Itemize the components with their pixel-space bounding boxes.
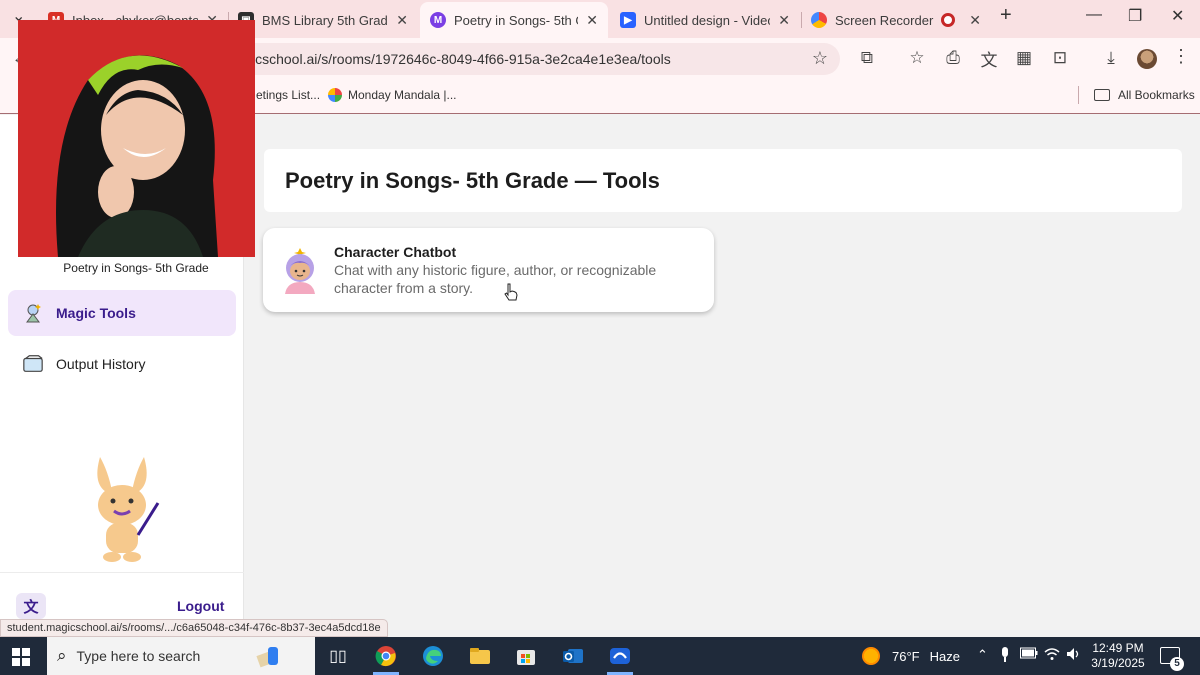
minimize-icon[interactable]: — bbox=[1086, 6, 1102, 24]
bookmark-meetings-list[interactable]: etings List... bbox=[256, 88, 320, 102]
chrome-taskbar-icon[interactable] bbox=[371, 641, 401, 675]
clock-time: 12:49 PM bbox=[1092, 641, 1144, 655]
taskbar: ⌕ Type here to search ▯▯ 76°F Haze ⌃ 12:… bbox=[0, 637, 1200, 675]
screen-recorder-taskbar-icon[interactable] bbox=[605, 641, 635, 675]
page-title: Poetry in Songs- 5th Grade — Tools bbox=[285, 168, 660, 193]
notification-count-badge: 5 bbox=[1170, 657, 1184, 671]
close-icon[interactable]: ✕ bbox=[586, 12, 598, 29]
tool-name: Character Chatbot bbox=[334, 244, 457, 260]
tab-title: Screen Recorder bbox=[835, 12, 934, 28]
tab-poetry-in-songs[interactable]: M Poetry in Songs- 5th Gra ✕ bbox=[420, 2, 608, 38]
battery-icon[interactable] bbox=[1020, 647, 1038, 662]
webcam-overlay bbox=[18, 20, 255, 257]
microphone-icon[interactable] bbox=[1000, 647, 1010, 665]
bookmark-label: etings List... bbox=[256, 88, 321, 102]
magic-tools-icon bbox=[22, 302, 44, 324]
tab-title: Poetry in Songs- 5th Gra bbox=[454, 12, 578, 28]
logout-button[interactable]: Logout bbox=[177, 598, 224, 614]
close-icon[interactable]: ✕ bbox=[396, 12, 408, 29]
webcam-person-image bbox=[18, 20, 255, 257]
sidebar-item-magic-tools[interactable]: Magic Tools bbox=[8, 290, 236, 336]
recording-indicator-icon bbox=[941, 13, 956, 27]
clock-date: 3/19/2025 bbox=[1091, 656, 1145, 670]
system-clock[interactable]: 12:49 PM 3/19/2025 bbox=[1090, 641, 1146, 671]
task-view-icon[interactable]: ▯▯ bbox=[323, 641, 353, 671]
tool-card-character-chatbot[interactable]: Character Chatbot Chat with any historic… bbox=[263, 228, 714, 312]
more-menu-icon[interactable]: ⋮ bbox=[1172, 46, 1190, 67]
bookmark-label: Monday Mandala |... bbox=[348, 88, 457, 102]
magicschool-icon: M bbox=[430, 12, 446, 28]
bookmark-star-icon[interactable]: ☆ bbox=[812, 48, 828, 69]
character-chatbot-icon bbox=[285, 248, 315, 294]
file-explorer-icon[interactable] bbox=[465, 641, 495, 671]
sidebar-item-label: Output History bbox=[56, 356, 146, 372]
tab-bms-library[interactable]: ▣ BMS Library 5th Grade 2 ✕ bbox=[228, 2, 418, 38]
windows-start-icon[interactable] bbox=[12, 648, 30, 666]
wifi-icon[interactable] bbox=[1044, 647, 1060, 664]
translate-button[interactable]: 文 bbox=[16, 593, 46, 619]
window-close-icon[interactable]: ✕ bbox=[1171, 6, 1184, 26]
output-history-icon bbox=[22, 353, 44, 375]
edge-taskbar-icon[interactable] bbox=[418, 641, 448, 671]
mandala-icon bbox=[328, 88, 342, 102]
restore-icon[interactable]: ❐ bbox=[1128, 6, 1142, 26]
folder-icon bbox=[1094, 89, 1110, 101]
taskbar-search-box[interactable]: ⌕ Type here to search bbox=[47, 637, 315, 675]
reading-list-icon[interactable]: ☆ bbox=[907, 48, 927, 68]
new-tab-button[interactable]: + bbox=[1000, 4, 1012, 27]
close-icon[interactable]: ✕ bbox=[969, 12, 981, 29]
video-icon: ▶ bbox=[620, 12, 636, 28]
sidebar-item-output-history[interactable]: Output History bbox=[8, 341, 236, 387]
tab-screen-recorder[interactable]: Screen Recorder ✕ bbox=[801, 2, 991, 38]
search-placeholder: Type here to search bbox=[76, 648, 201, 664]
extensions-icon[interactable]: ⧉ bbox=[857, 48, 877, 68]
download-icon[interactable]: ⤓ bbox=[1101, 48, 1121, 68]
recorder-icon bbox=[811, 12, 827, 28]
translate-page-icon[interactable]: 文 bbox=[979, 48, 999, 70]
profile-avatar[interactable] bbox=[1137, 49, 1157, 69]
bookmark-monday-mandala[interactable]: Monday Mandala |... bbox=[328, 88, 457, 102]
all-bookmarks-button[interactable]: All Bookmarks bbox=[1094, 88, 1195, 102]
tab-untitled-design[interactable]: ▶ Untitled design - Video ✕ bbox=[610, 2, 800, 38]
microsoft-store-icon[interactable] bbox=[511, 641, 541, 671]
print-icon[interactable]: ⎙ bbox=[943, 48, 963, 68]
hand-cursor-icon bbox=[504, 283, 518, 301]
translate-icon: 文 bbox=[23, 598, 39, 616]
weather-sun-icon bbox=[862, 647, 880, 665]
weather-temp: 76°F bbox=[892, 648, 920, 664]
all-bookmarks-label: All Bookmarks bbox=[1118, 88, 1195, 102]
bunny-mascot-icon bbox=[97, 457, 160, 562]
tab-title: Untitled design - Video bbox=[644, 12, 771, 28]
close-icon[interactable]: ✕ bbox=[778, 12, 790, 29]
weather-desc: Haze bbox=[929, 648, 960, 664]
search-icon: ⌕ bbox=[57, 646, 67, 665]
tab-title: BMS Library 5th Grade 2 bbox=[262, 12, 388, 28]
status-url-bar: student.magicschool.ai/s/rooms/.../c6a65… bbox=[0, 619, 388, 637]
screenshot-icon[interactable]: ⊡ bbox=[1050, 48, 1070, 68]
show-hidden-icons-icon[interactable]: ⌃ bbox=[977, 647, 988, 663]
page-header: Poetry in Songs- 5th Grade — Tools bbox=[264, 149, 1182, 212]
url-text: icschool.ai/s/rooms/1972646c-8049-4f66-9… bbox=[252, 51, 671, 67]
sidebar-item-label: Magic Tools bbox=[56, 305, 136, 321]
qr-code-icon[interactable]: ▦ bbox=[1014, 48, 1034, 68]
address-bar[interactable]: icschool.ai/s/rooms/1972646c-8049-4f66-9… bbox=[240, 43, 840, 75]
outlook-icon[interactable] bbox=[558, 641, 588, 671]
weather-widget[interactable]: 76°F Haze bbox=[862, 647, 960, 665]
paint-icon bbox=[255, 643, 281, 669]
volume-icon[interactable] bbox=[1066, 647, 1082, 664]
room-name: Poetry in Songs- 5th Grade bbox=[63, 261, 209, 275]
